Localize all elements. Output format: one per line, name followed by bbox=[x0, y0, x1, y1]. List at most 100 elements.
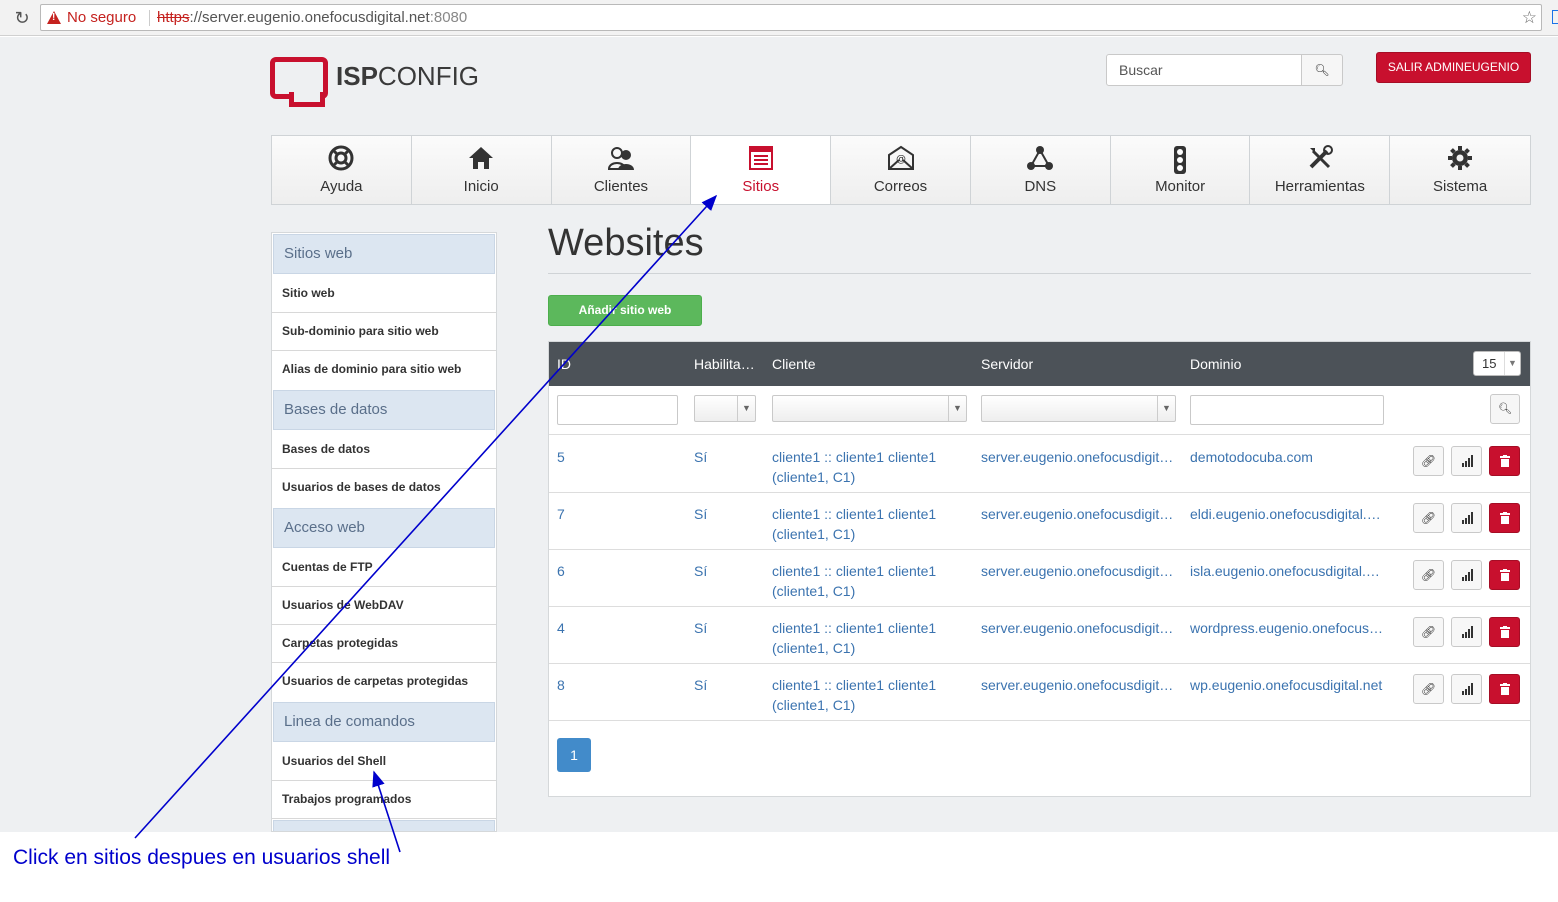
cell-cliente[interactable]: cliente1 :: cliente1 cliente1 (cliente1, … bbox=[772, 675, 972, 715]
cell-id[interactable]: 4 bbox=[557, 618, 617, 638]
tab-dns[interactable]: DNS bbox=[970, 136, 1111, 204]
stats-button[interactable] bbox=[1451, 674, 1482, 704]
url-separator bbox=[149, 10, 150, 26]
extension-icon[interactable] bbox=[1552, 10, 1558, 24]
filter-habilitado-select[interactable]: ▼ bbox=[694, 395, 756, 422]
sidebar-item-usuarios-carpetas-protegidas[interactable]: Usuarios de carpetas protegidas bbox=[272, 663, 496, 701]
reload-icon[interactable]: ↻ bbox=[10, 6, 34, 30]
column-header-servidor[interactable]: Servidor bbox=[981, 342, 1161, 386]
sidebar-item-usuarios-webdav[interactable]: Usuarios de WebDAV bbox=[272, 587, 496, 625]
tab-clientes[interactable]: Clientes bbox=[551, 136, 692, 204]
sidebar-item-trabajos-programados[interactable]: Trabajos programados bbox=[272, 781, 496, 819]
table-row[interactable]: 7 Sí cliente1 :: cliente1 cliente1 (cliente… bbox=[549, 493, 1530, 550]
chevron-down-icon: ▼ bbox=[948, 396, 966, 421]
sidebar-item-bases-de-datos[interactable]: Bases de datos bbox=[272, 431, 496, 469]
delete-button[interactable] bbox=[1489, 674, 1520, 704]
cell-habilitado[interactable]: Sí bbox=[694, 675, 754, 695]
sidebar-item-sitio-web[interactable]: Sitio web bbox=[272, 275, 496, 313]
cell-cliente-line1: cliente1 :: cliente1 cliente1 bbox=[772, 506, 937, 522]
sidebar-item-alias-dominio[interactable]: Alias de dominio para sitio web bbox=[272, 351, 496, 389]
tab-label: Clientes bbox=[593, 178, 649, 195]
cell-dominio[interactable]: eldi.eugenio.onefocusdigital.… bbox=[1190, 504, 1386, 524]
stats-button[interactable] bbox=[1451, 560, 1482, 590]
tab-sistema[interactable]: Sistema bbox=[1390, 136, 1531, 204]
cell-habilitado[interactable]: Sí bbox=[694, 618, 754, 638]
table-row[interactable]: 4 Sí cliente1 :: cliente1 cliente1 (cliente… bbox=[549, 607, 1530, 664]
open-link-button[interactable]: 🔗︎ bbox=[1413, 674, 1444, 704]
pagination-page[interactable]: 1 bbox=[557, 738, 591, 772]
table-row[interactable]: 6 Sí cliente1 :: cliente1 cliente1 (cliente… bbox=[549, 550, 1530, 607]
tab-label: Ayuda bbox=[320, 178, 363, 195]
tab-monitor[interactable]: Monitor bbox=[1110, 136, 1251, 204]
cell-id[interactable]: 5 bbox=[557, 447, 617, 467]
cell-cliente[interactable]: cliente1 :: cliente1 cliente1 (cliente1, … bbox=[772, 447, 972, 487]
tab-label: Sitios bbox=[742, 178, 780, 195]
stats-button[interactable] bbox=[1451, 503, 1482, 533]
stats-button[interactable] bbox=[1451, 617, 1482, 647]
tab-label: Inicio bbox=[463, 178, 499, 195]
tab-sitios[interactable]: Sitios bbox=[691, 136, 832, 204]
stats-button[interactable] bbox=[1451, 446, 1482, 476]
per-page-select[interactable]: 15 ▼ bbox=[1473, 351, 1521, 376]
tab-correos[interactable]: @ Correos bbox=[831, 136, 971, 204]
cell-cliente[interactable]: cliente1 :: cliente1 cliente1 (cliente1, … bbox=[772, 504, 972, 544]
column-header-habilitado[interactable]: Habilita… bbox=[694, 342, 762, 386]
open-link-button[interactable]: 🔗︎ bbox=[1413, 446, 1444, 476]
cell-servidor[interactable]: server.eugenio.onefocusdigit… bbox=[981, 561, 1176, 581]
cell-id[interactable]: 6 bbox=[557, 561, 617, 581]
url-text[interactable]: https://server.eugenio.onefocusdigital.n… bbox=[157, 5, 467, 30]
filter-servidor-select[interactable]: ▼ bbox=[981, 395, 1176, 422]
cell-cliente[interactable]: cliente1 :: cliente1 cliente1 (cliente1, … bbox=[772, 618, 972, 658]
cell-habilitado[interactable]: Sí bbox=[694, 561, 754, 581]
column-header-dominio[interactable]: Dominio bbox=[1190, 342, 1370, 386]
cell-cliente[interactable]: cliente1 :: cliente1 cliente1 (cliente1, … bbox=[772, 561, 972, 601]
delete-button[interactable] bbox=[1489, 560, 1520, 590]
sidebar-item-usuarios-bases-de-datos[interactable]: Usuarios de bases de datos bbox=[272, 469, 496, 507]
chevron-down-icon: ▼ bbox=[1157, 396, 1175, 421]
search-button[interactable]: 🔍︎ bbox=[1301, 54, 1343, 86]
filter-id-input[interactable] bbox=[557, 395, 678, 425]
logout-button[interactable]: SALIR ADMINEUGENIO bbox=[1376, 52, 1531, 83]
cell-dominio[interactable]: wp.eugenio.onefocusdigital.net bbox=[1190, 675, 1386, 695]
sidebar-item-cuentas-ftp[interactable]: Cuentas de FTP bbox=[272, 549, 496, 587]
delete-button[interactable] bbox=[1489, 446, 1520, 476]
column-header-id[interactable]: ID bbox=[557, 342, 617, 386]
search-input[interactable] bbox=[1106, 54, 1302, 86]
filter-dominio-input[interactable] bbox=[1190, 395, 1384, 425]
table-row[interactable]: 5 Sí cliente1 :: cliente1 cliente1 (cliente… bbox=[549, 436, 1530, 493]
cell-servidor[interactable]: server.eugenio.onefocusdigit… bbox=[981, 618, 1176, 638]
security-label[interactable]: No seguro bbox=[67, 5, 136, 30]
delete-button[interactable] bbox=[1489, 617, 1520, 647]
sidebar-item-carpetas-protegidas[interactable]: Carpetas protegidas bbox=[272, 625, 496, 663]
table-row[interactable]: 8 Sí cliente1 :: cliente1 cliente1 (cliente… bbox=[549, 664, 1530, 721]
address-bar[interactable]: No seguro https://server.eugenio.onefocu… bbox=[40, 4, 1542, 31]
sidebar-item-subdominio[interactable]: Sub-dominio para sitio web bbox=[272, 313, 496, 351]
bookmark-star-icon[interactable]: ☆ bbox=[1522, 5, 1537, 30]
cell-servidor[interactable]: server.eugenio.onefocusdigit… bbox=[981, 504, 1176, 524]
tab-inicio[interactable]: Inicio bbox=[411, 136, 552, 204]
website-icon bbox=[691, 145, 830, 177]
cell-habilitado[interactable]: Sí bbox=[694, 504, 754, 524]
cell-id[interactable]: 8 bbox=[557, 675, 617, 695]
add-website-button[interactable]: Añadir sitio web bbox=[548, 295, 702, 326]
annotation-text: Click en sitios despues en usuarios shel… bbox=[13, 846, 391, 869]
cell-habilitado[interactable]: Sí bbox=[694, 447, 754, 467]
ispconfig-logo[interactable]: ISPCONFIG bbox=[270, 57, 480, 107]
sidebar-item-usuarios-shell[interactable]: Usuarios del Shell bbox=[272, 743, 496, 781]
open-link-button[interactable]: 🔗︎ bbox=[1413, 617, 1444, 647]
cell-servidor[interactable]: server.eugenio.onefocusdigit… bbox=[981, 675, 1176, 695]
cell-servidor[interactable]: server.eugenio.onefocusdigit… bbox=[981, 447, 1176, 467]
open-link-button[interactable]: 🔗︎ bbox=[1413, 503, 1444, 533]
tab-herramientas[interactable]: Herramientas bbox=[1250, 136, 1391, 204]
cell-dominio[interactable]: demotodocuba.com bbox=[1190, 447, 1386, 467]
open-link-button[interactable]: 🔗︎ bbox=[1413, 560, 1444, 590]
cell-dominio[interactable]: wordpress.eugenio.onefocus… bbox=[1190, 618, 1386, 638]
column-header-cliente[interactable]: Cliente bbox=[772, 342, 952, 386]
filter-search-button[interactable]: 🔍︎ bbox=[1490, 394, 1520, 424]
cell-id[interactable]: 7 bbox=[557, 504, 617, 524]
cell-dominio[interactable]: isla.eugenio.onefocusdigital.… bbox=[1190, 561, 1386, 581]
link-icon: 🔗︎ bbox=[1420, 511, 1437, 525]
tab-ayuda[interactable]: Ayuda bbox=[272, 136, 412, 204]
delete-button[interactable] bbox=[1489, 503, 1520, 533]
filter-cliente-select[interactable]: ▼ bbox=[772, 395, 967, 422]
